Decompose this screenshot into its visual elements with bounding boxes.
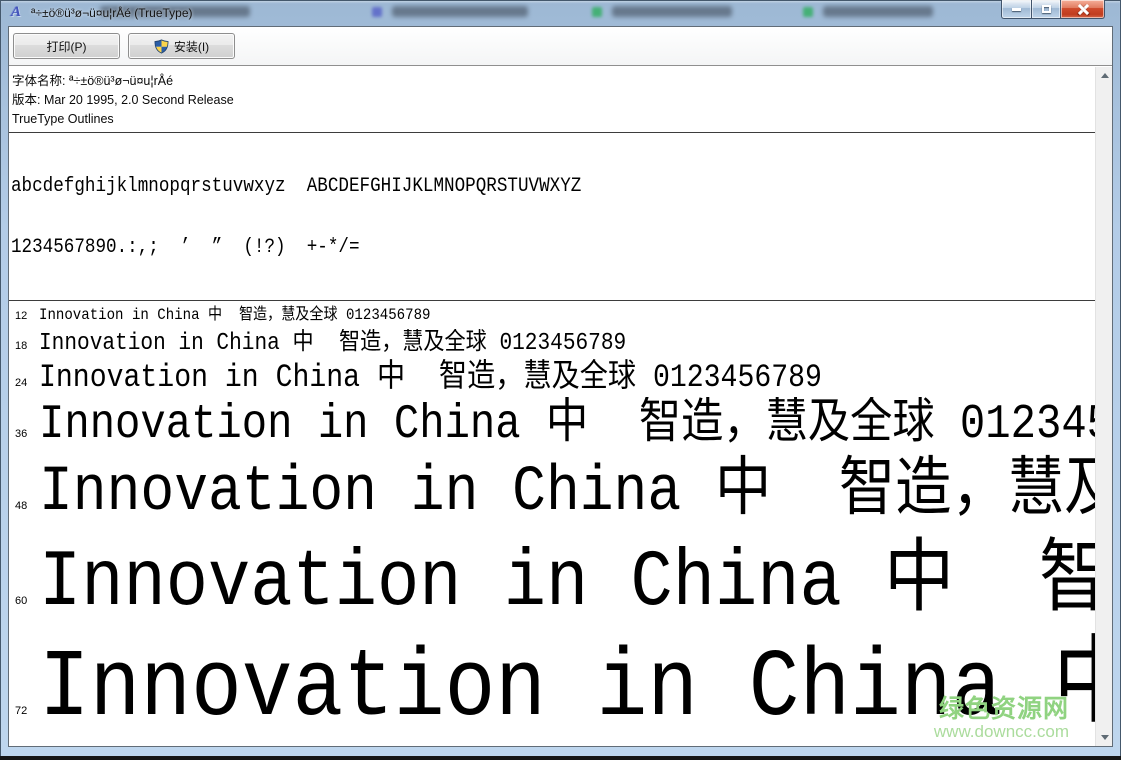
size-label: 18 xyxy=(15,340,28,352)
preview-row-36: 36 Innovation in China 中 智造，慧及全球 0123456… xyxy=(9,397,1095,453)
close-icon xyxy=(1077,3,1089,15)
vertical-scrollbar[interactable] xyxy=(1095,67,1112,746)
sample-text: Innovation in China 中 智造，慧及全球 0123456789 xyxy=(39,538,1095,629)
scroll-down-button[interactable] xyxy=(1096,729,1112,746)
titlebar[interactable]: A ª÷±ö®ü³ø¬ü¤u¦rÅé (TrueType) xyxy=(0,0,1121,26)
preview-row-18: 18 Innovation in China 中 智造，慧及全球 0123456… xyxy=(9,329,1095,359)
scroll-up-button[interactable] xyxy=(1096,67,1112,84)
minimize-button[interactable] xyxy=(1001,0,1031,19)
sample-text: Innovation in China 中 智造，慧及全球 0123456789 xyxy=(39,359,822,396)
sample-text: Innovation in China 中 智造，慧及全球 0123456789 xyxy=(39,330,627,357)
caption-buttons xyxy=(1001,0,1105,20)
size-preview-rows: 12 Innovation in China 中 智造，慧及全球 0123456… xyxy=(9,301,1095,746)
font-file-icon: A xyxy=(11,4,22,20)
install-button[interactable]: 安装(I) xyxy=(128,33,235,59)
background-tab-blur xyxy=(612,6,732,17)
size-label: 72 xyxy=(15,705,28,717)
toolbar: 打印(P) 安装(I) xyxy=(9,27,1112,66)
window-title: ª÷±ö®ü³ø¬ü¤u¦rÅé (TrueType) xyxy=(31,6,193,20)
font-name-line: 字体名称: ª÷±ö®ü³ø¬ü¤u¦rÅé xyxy=(12,74,174,88)
maximize-icon xyxy=(1041,5,1051,13)
background-favicon-blur xyxy=(592,7,602,17)
sample-text: Innovation in China 中 智造，慧及全球 0123456789 xyxy=(39,398,1095,452)
minimize-icon xyxy=(1012,7,1021,11)
uac-shield-icon xyxy=(154,38,169,54)
font-preview-dialog: 打印(P) 安装(I) 字体名称: ª÷±ö®ü³ø¬ü¤u¦rÅé 版本: M… xyxy=(8,26,1113,747)
print-button-label: 打印(P) xyxy=(46,39,87,54)
background-favicon-blur xyxy=(372,7,382,17)
sample-text: Innovation in China 中 智造，慧及全球 0123456789 xyxy=(39,306,431,324)
maximize-button[interactable] xyxy=(1031,0,1061,19)
arrow-down-icon xyxy=(1100,735,1109,740)
alphabet-numerals-line: 1234567890.:,; ’ ” (!?) +-*/= xyxy=(11,236,360,259)
font-info-block: 字体名称: ª÷±ö®ü³ø¬ü¤u¦rÅé 版本: Mar 20 1995, … xyxy=(9,67,1095,132)
preview-row-12: 12 Innovation in China 中 智造，慧及全球 0123456… xyxy=(9,303,1095,329)
size-label: 60 xyxy=(15,595,28,607)
preview-row-60: 60 Innovation in China 中 智造，慧及全球 0123456… xyxy=(9,536,1095,633)
size-label: 36 xyxy=(15,428,28,440)
preview-row-24: 24 Innovation in China 中 智造，慧及全球 0123456… xyxy=(9,359,1095,397)
preview-content: 字体名称: ª÷±ö®ü³ø¬ü¤u¦rÅé 版本: Mar 20 1995, … xyxy=(9,67,1112,746)
preview-row-72: 72 Innovation in China 中 智造，慧及全球 0123456… xyxy=(9,633,1095,746)
watermark: 绿色资源网 www.downcc.com xyxy=(933,694,1069,742)
watermark-site-url: www.downcc.com xyxy=(933,722,1069,742)
background-favicon-blur xyxy=(803,7,813,17)
arrow-up-icon xyxy=(1100,73,1109,78)
alphabet-letters-line: abcdefghijklmnopqrstuvwxyz ABCDEFGHIJKLM… xyxy=(11,175,582,198)
print-button[interactable]: 打印(P) xyxy=(13,33,120,59)
size-label: 48 xyxy=(15,500,28,512)
font-viewer-window: A ª÷±ö®ü³ø¬ü¤u¦rÅé (TrueType) 打印(P) 安装(I… xyxy=(0,0,1121,760)
background-tab-blur xyxy=(392,6,528,17)
alphabet-sample-block: abcdefghijklmnopqrstuvwxyz ABCDEFGHIJKLM… xyxy=(9,133,1095,300)
watermark-site-name: 绿色资源网 xyxy=(938,694,1069,723)
window-bottom-edge xyxy=(0,756,1121,760)
font-outline-line: TrueType Outlines xyxy=(12,112,114,126)
background-tab-blur xyxy=(823,6,933,17)
scroll-pane: 字体名称: ª÷±ö®ü³ø¬ü¤u¦rÅé 版本: Mar 20 1995, … xyxy=(9,67,1095,746)
font-version-line: 版本: Mar 20 1995, 2.0 Second Release xyxy=(12,93,234,107)
sample-text: Innovation in China 中 智造，慧及全球 0123456789 xyxy=(39,457,1095,529)
preview-row-48: 48 Innovation in China 中 智造，慧及全球 0123456… xyxy=(9,453,1095,536)
size-label: 24 xyxy=(15,377,28,389)
install-button-label: 安装(I) xyxy=(173,39,210,54)
size-label: 12 xyxy=(15,310,28,322)
close-button[interactable] xyxy=(1061,0,1105,19)
